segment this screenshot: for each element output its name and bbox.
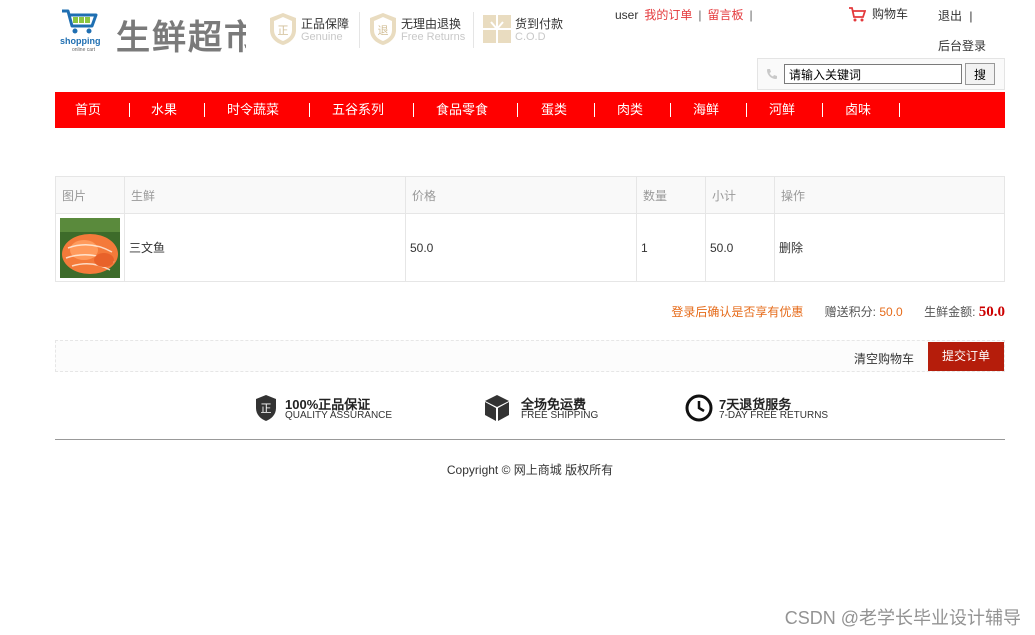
cart-link-label: 购物车	[872, 7, 909, 21]
nav-item-river-fish[interactable]: 河鲜	[769, 92, 795, 128]
table-row: 三文鱼 50.0 1 50.0 删除	[55, 213, 1005, 282]
logout-link[interactable]: 退出	[938, 9, 962, 23]
nav-item-fruit[interactable]: 水果	[151, 92, 177, 128]
column-header-price: 价格	[405, 176, 637, 214]
watermark: CSDN @老学长毕业设计辅导	[784, 608, 1021, 628]
nav-item-meat[interactable]: 肉类	[617, 92, 643, 128]
column-header-subtotal: 小计	[705, 176, 775, 214]
points-value: 50.0	[879, 305, 903, 319]
site-title: 生鲜超市	[116, 18, 246, 58]
column-header-image: 图片	[55, 176, 125, 214]
points-label: 赠送积分:	[824, 305, 877, 319]
topbar-separator: |	[749, 8, 753, 22]
nav-item-home[interactable]: 首页	[75, 92, 101, 128]
login-discount-hint[interactable]: 登录后确认是否享有优惠	[671, 305, 803, 319]
promise-divider	[359, 12, 360, 48]
phone-icon	[767, 69, 777, 79]
returns-seal-icon: 退	[370, 13, 396, 45]
nav-separator	[822, 103, 823, 117]
svg-text:正: 正	[278, 24, 289, 37]
main-nav: 首页 水果 时令蔬菜 五谷系列 食品零食 蛋类 肉类 海鲜 河鲜 卤味	[55, 92, 1005, 128]
promise-subtitle: Free Returns	[401, 31, 466, 43]
username: user	[615, 8, 639, 22]
table-header-row: 图片 生鲜 价格 数量 小计 操作	[55, 176, 1005, 214]
salmon-product-image[interactable]	[60, 217, 120, 278]
nav-separator	[309, 103, 310, 117]
cod-box-icon	[483, 15, 511, 43]
promise-title: 无理由退换	[401, 17, 462, 31]
promise-subtitle: Genuine	[301, 31, 343, 43]
promise-title: 正品保障	[301, 17, 350, 31]
column-header-quantity: 数量	[636, 176, 706, 214]
cart-actions: 清空购物车 提交订单	[55, 340, 1005, 372]
service-subtitle: FREE SHIPPING	[521, 410, 599, 421]
service-subtitle: 7-DAY FREE RETURNS	[719, 410, 829, 421]
shopping-cart-logo-icon	[62, 9, 98, 34]
my-orders-link[interactable]: 我的订单	[644, 8, 692, 22]
topbar-separator: |	[698, 8, 702, 22]
message-board-link[interactable]: 留言板	[707, 8, 743, 22]
total-amount: 生鲜金额: 50.0	[924, 304, 1005, 320]
box-icon	[485, 395, 509, 421]
product-subtotal: 50.0	[705, 213, 775, 282]
column-header-product: 生鲜	[124, 176, 406, 214]
nav-separator	[517, 103, 518, 117]
product-name[interactable]: 三文鱼	[124, 213, 406, 282]
logo-text: shopping	[60, 36, 101, 46]
copyright-text: Copyright © 网上商城 版权所有	[446, 463, 614, 477]
nav-item-eggs[interactable]: 蛋类	[541, 92, 567, 128]
promise-subtitle: C.O.D	[515, 31, 546, 43]
shield-icon: 正	[256, 395, 276, 421]
search-box: 搜	[757, 58, 1005, 90]
search-button[interactable]: 搜	[965, 63, 995, 85]
nav-item-snacks[interactable]: 食品零食	[436, 92, 488, 128]
total-label: 生鲜金额:	[924, 305, 976, 319]
clear-cart-button[interactable]: 清空购物车	[854, 350, 914, 367]
user-topbar: user 我的订单 | 留言板 |	[615, 6, 759, 23]
admin-login-link[interactable]: 后台登录	[938, 37, 986, 54]
nav-separator	[594, 103, 595, 117]
reward-points: 赠送积分: 50.0	[825, 305, 903, 319]
genuine-seal-icon: 正	[270, 13, 296, 45]
footer-divider	[55, 439, 1005, 440]
nav-item-seafood[interactable]: 海鲜	[693, 92, 719, 128]
promise-divider	[473, 12, 474, 48]
svg-text:退: 退	[378, 24, 389, 37]
svg-text:正: 正	[261, 402, 272, 415]
submit-order-button[interactable]: 提交订单	[928, 342, 1004, 371]
clock-icon	[685, 394, 713, 422]
product-image-cell	[55, 213, 125, 282]
product-price: 50.0	[405, 213, 637, 282]
column-header-action: 操作	[774, 176, 1005, 214]
logo-subtext: online cart	[72, 47, 96, 53]
site-logo[interactable]: shopping online cart	[60, 8, 108, 53]
cart-link[interactable]: 购物车	[848, 5, 908, 22]
cart-icon	[849, 7, 866, 22]
nav-separator	[670, 103, 671, 117]
nav-item-vegetables[interactable]: 时令蔬菜	[227, 92, 279, 128]
logout-separator: |	[969, 9, 973, 23]
total-value: 50.0	[978, 304, 1005, 320]
service-subtitle: QUALITY ASSURANCE	[285, 410, 393, 421]
promise-title: 货到付款	[515, 17, 564, 31]
order-summary: 登录后确认是否享有优惠 赠送积分: 50.0 生鲜金额: 50.0	[671, 303, 1005, 321]
nav-separator	[204, 103, 205, 117]
delete-item-link[interactable]: 删除	[774, 213, 1005, 282]
nav-item-grains[interactable]: 五谷系列	[332, 92, 384, 128]
cart-table: 图片 生鲜 价格 数量 小计 操作 三文鱼 50.0 1 50.0 删除	[55, 176, 1005, 282]
nav-separator	[746, 103, 747, 117]
nav-separator	[413, 103, 414, 117]
logout-area: 退出 |	[938, 7, 972, 24]
search-input[interactable]	[784, 64, 962, 84]
product-quantity: 1	[636, 213, 706, 282]
nav-separator	[129, 103, 130, 117]
nav-separator	[899, 103, 900, 117]
nav-item-braised[interactable]: 卤味	[845, 92, 871, 128]
